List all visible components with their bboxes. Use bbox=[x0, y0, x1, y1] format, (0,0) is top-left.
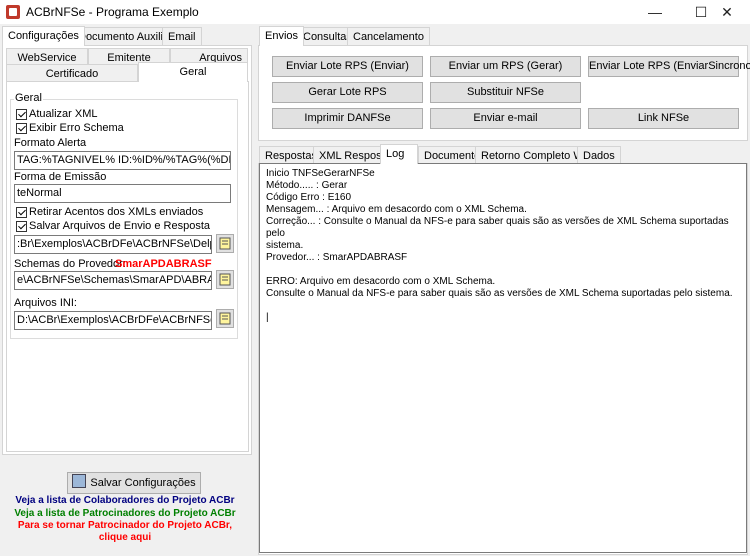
window-title: ACBrNFSe - Programa Exemplo bbox=[26, 5, 199, 19]
forma-emissao-label: Forma de Emissão bbox=[14, 171, 107, 183]
arquivos-ini-input[interactable]: D:\ACBr\Exemplos\ACBrDFe\ACBrNFSe\Delphi bbox=[14, 311, 212, 330]
schemas-path-input[interactable]: e\ACBrNFSe\Schemas\SmarAPD\ABRASFv204 bbox=[14, 271, 212, 290]
colaboradores-link[interactable]: Veja a lista de Colaboradores do Projeto… bbox=[0, 495, 250, 506]
browse-schemas-button[interactable] bbox=[216, 270, 234, 289]
salvar-arquivos-label: Salvar Arquivos de Envio e Resposta bbox=[29, 220, 210, 232]
minimize-icon[interactable]: — bbox=[632, 0, 678, 24]
retirar-acentos-checkbox[interactable] bbox=[16, 207, 27, 218]
enviar-lote-rps-enviar-button[interactable]: Enviar Lote RPS (Enviar) bbox=[272, 56, 423, 77]
retirar-acentos-label: Retirar Acentos dos XMLs enviados bbox=[29, 206, 204, 218]
tab-cancelamento[interactable]: Cancelamento bbox=[347, 27, 430, 45]
salvar-arquivos-checkbox[interactable] bbox=[16, 221, 27, 232]
enviar-um-rps-gerar-button[interactable]: Enviar um RPS (Gerar) bbox=[430, 56, 581, 77]
exibir-erro-schema-label: Exibir Erro Schema bbox=[29, 122, 124, 134]
schemas-label: Schemas do Provedor: bbox=[14, 258, 126, 270]
close-icon[interactable]: ✕ bbox=[704, 0, 750, 24]
folder-icon bbox=[219, 237, 231, 250]
app-icon bbox=[6, 5, 20, 19]
tab-log[interactable]: Log bbox=[380, 144, 418, 164]
arquivos-ini-label: Arquivos INI: bbox=[14, 297, 77, 309]
geral-group-label: Geral bbox=[14, 92, 43, 104]
logs-path-input[interactable]: :Br\Exemplos\ACBrDFe\ACBrNFSe\Delphi\Log… bbox=[14, 235, 212, 254]
log-textarea[interactable]: Inicio TNFSeGerarNFSe Método..... : Gera… bbox=[259, 163, 747, 553]
tab-configuracoes[interactable]: Configurações bbox=[2, 26, 85, 46]
save-icon bbox=[72, 474, 87, 488]
tab-certificado[interactable]: Certificado bbox=[6, 64, 138, 82]
forma-emissao-select[interactable]: teNormal bbox=[14, 184, 231, 203]
formato-alerta-input[interactable]: TAG:%TAGNIVEL% ID:%ID%/%TAG%(%DESCRI bbox=[14, 151, 231, 170]
atualizar-xml-label: Atualizar XML bbox=[29, 108, 98, 120]
enviar-lote-rps-sincrono-button[interactable]: Enviar Lote RPS (EnviarSincrono) bbox=[588, 56, 750, 77]
enviar-email-button[interactable]: Enviar e-mail bbox=[430, 108, 581, 129]
schemas-provider: SmarAPDABRASF bbox=[115, 258, 212, 270]
atualizar-xml-checkbox[interactable] bbox=[16, 109, 27, 120]
patrocinador-link-line1[interactable]: Para se tornar Patrocinador do Projeto A… bbox=[0, 520, 250, 531]
imprimir-danfse-button[interactable]: Imprimir DANFSe bbox=[272, 108, 423, 129]
patrocinadores-link[interactable]: Veja a lista de Patrocinadores do Projet… bbox=[0, 508, 250, 519]
folder-icon bbox=[219, 273, 231, 286]
substituir-nfse-button[interactable]: Substituir NFSe bbox=[430, 82, 581, 103]
browse-logs-button[interactable] bbox=[216, 234, 234, 253]
formato-alerta-label: Formato Alerta bbox=[14, 137, 87, 149]
salvar-configuracoes-label: Salvar Configurações bbox=[90, 477, 196, 489]
gerar-lote-rps-button[interactable]: Gerar Lote RPS bbox=[272, 82, 423, 103]
salvar-configuracoes-button[interactable]: Salvar Configurações bbox=[67, 472, 201, 494]
browse-ini-button[interactable] bbox=[216, 309, 234, 328]
patrocinador-link-line2[interactable]: clique aqui bbox=[0, 532, 250, 543]
exibir-erro-schema-checkbox[interactable] bbox=[16, 123, 27, 134]
tab-envios[interactable]: Envios bbox=[259, 26, 305, 46]
folder-icon bbox=[219, 312, 231, 325]
tab-email[interactable]: Email bbox=[162, 27, 202, 45]
tab-geral[interactable]: Geral bbox=[138, 62, 248, 82]
link-nfse-button[interactable]: Link NFSe bbox=[588, 108, 739, 129]
tab-dados[interactable]: Dados bbox=[577, 146, 621, 164]
